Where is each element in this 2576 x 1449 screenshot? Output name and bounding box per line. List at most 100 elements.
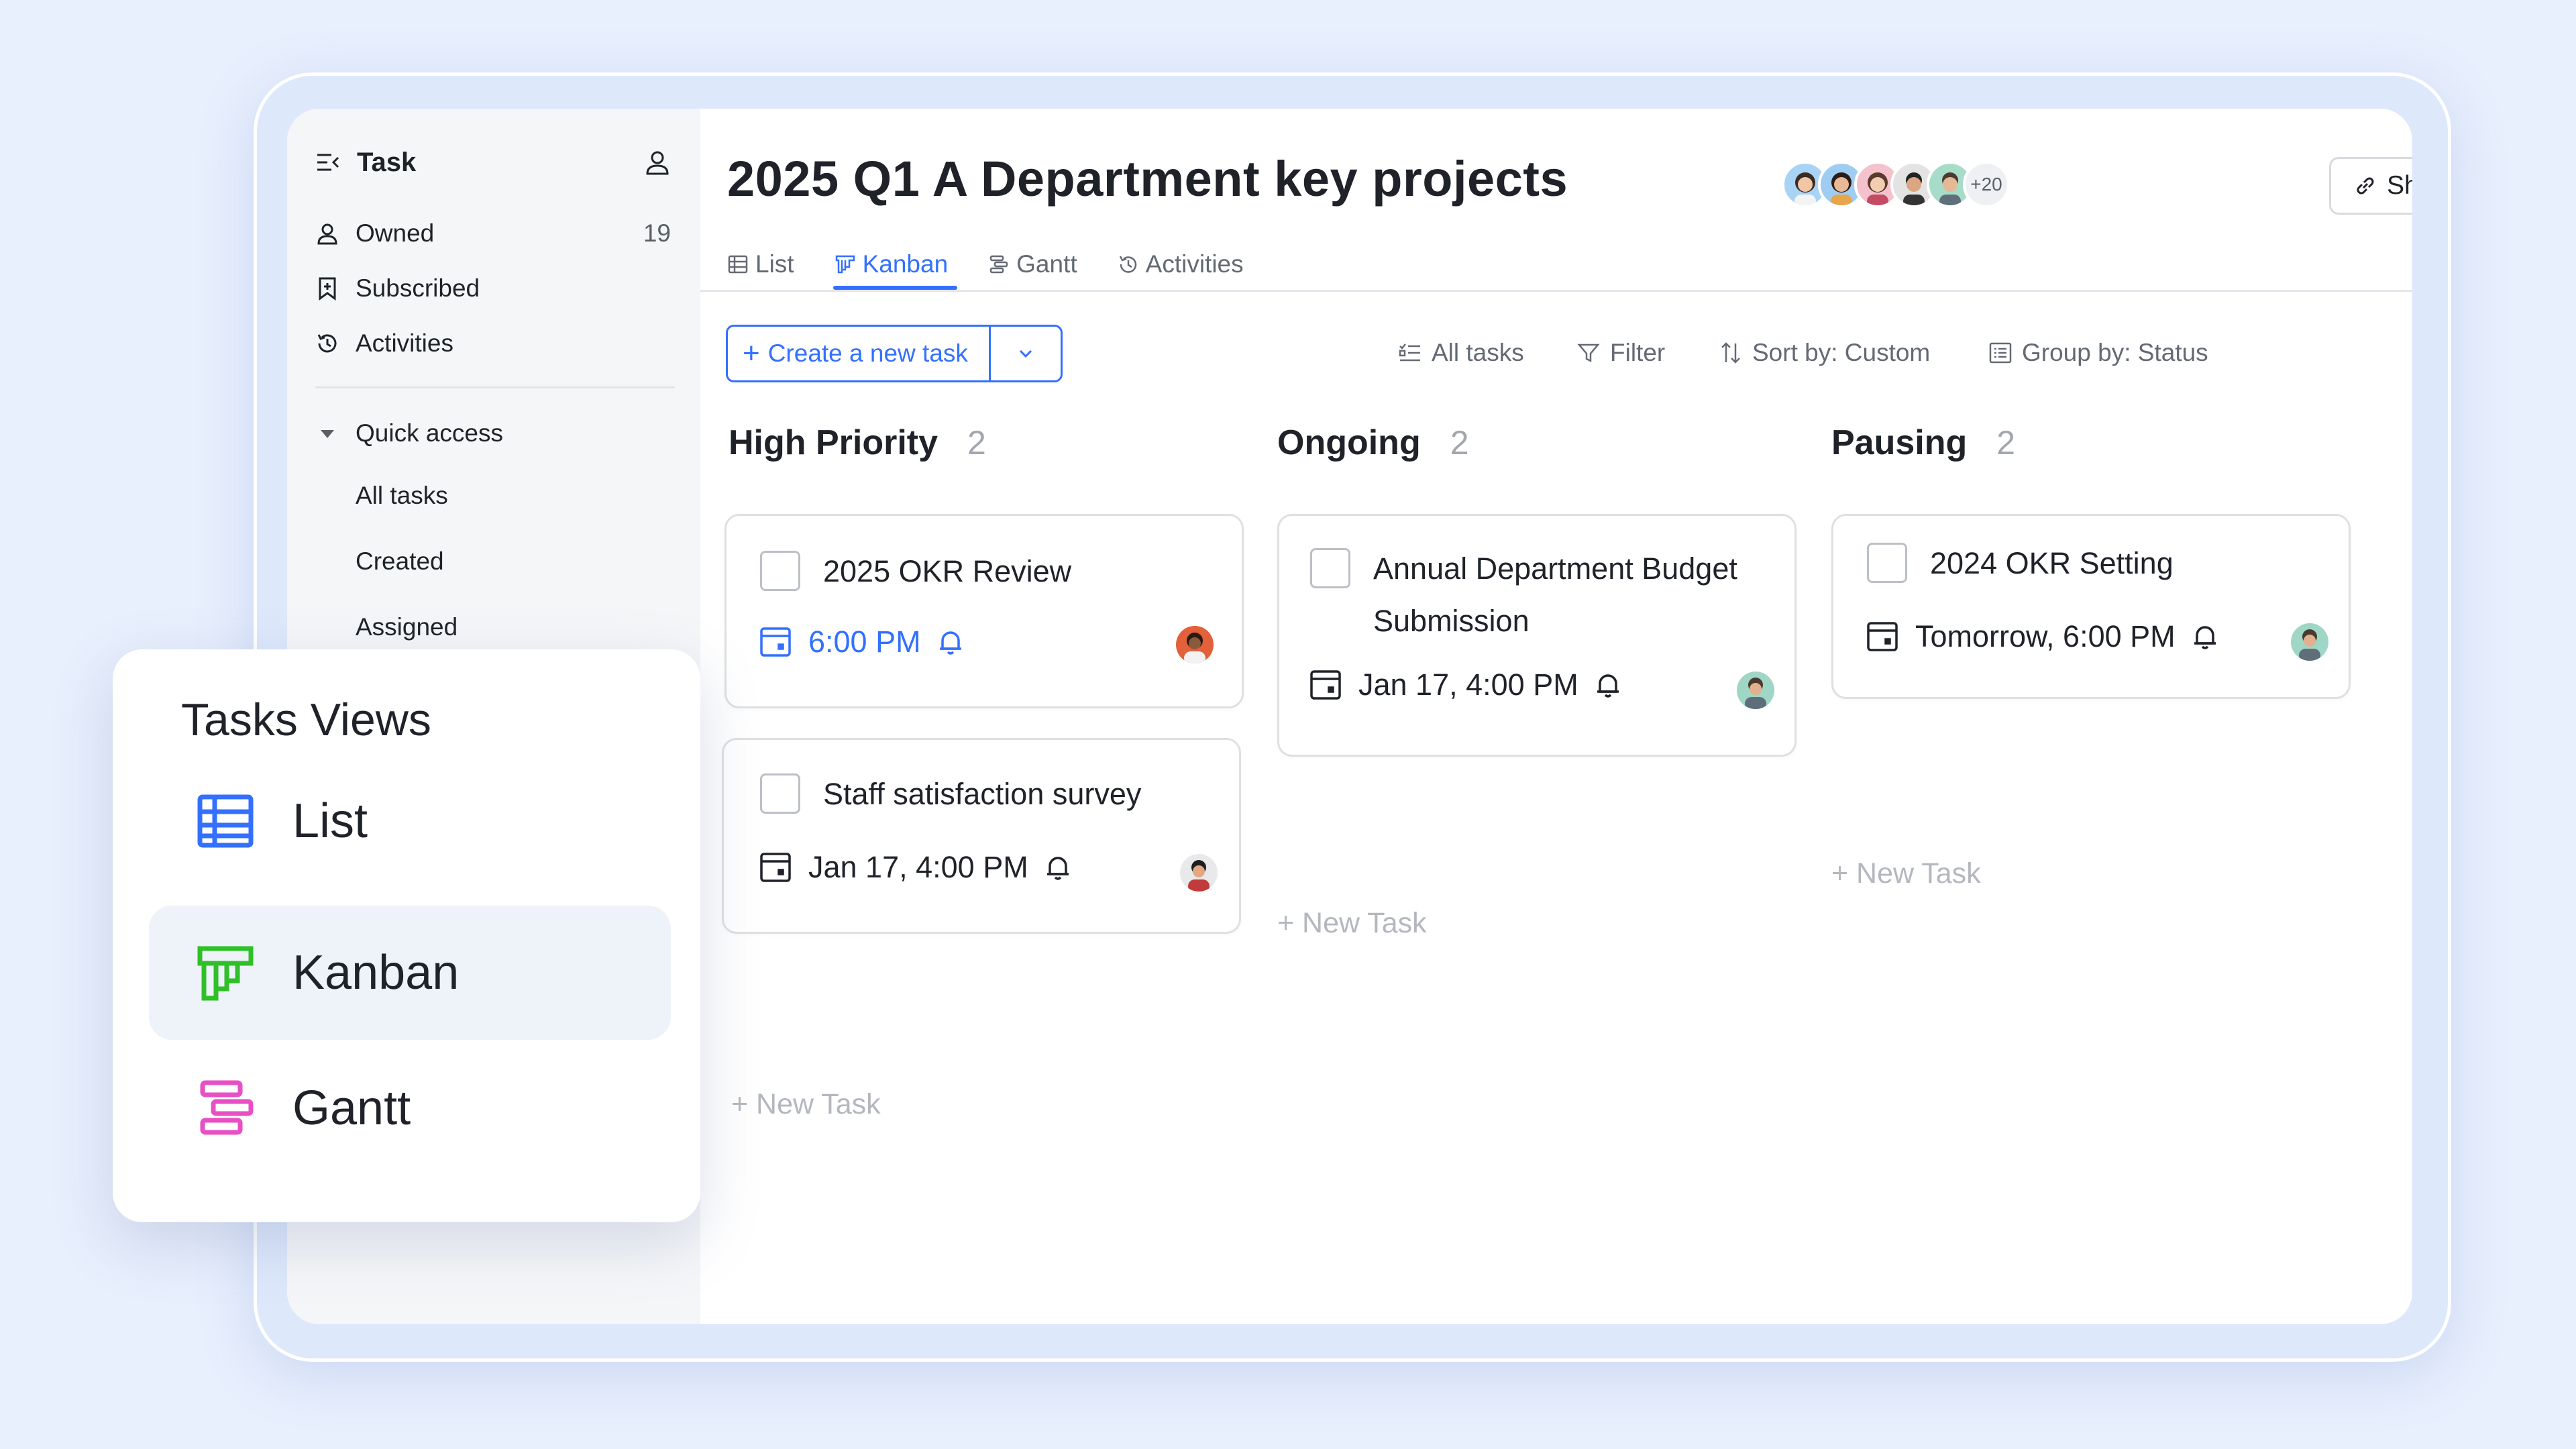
owned-count: 19 — [643, 219, 671, 247]
filter-button[interactable]: Filter — [1576, 333, 1665, 373]
task-checkbox[interactable] — [1867, 543, 1907, 583]
sidebar-item-label: Subscribed — [356, 274, 480, 302]
group-button[interactable]: Group by: Status — [1988, 333, 2208, 373]
bell-icon[interactable] — [936, 627, 965, 657]
table-icon — [196, 792, 255, 851]
bell-icon[interactable] — [1593, 670, 1623, 700]
assignee-avatar[interactable] — [1180, 854, 1218, 892]
gantt-icon — [196, 1079, 255, 1138]
calendar-icon — [759, 625, 792, 659]
task-card[interactable]: 2024 OKR Setting Tomorrow, 6:00 PM — [1831, 514, 2351, 699]
tab-activities[interactable]: Activities — [1118, 243, 1244, 286]
column-header-ongoing: Ongoing 2 — [1277, 423, 1469, 463]
column-count: 2 — [1996, 424, 2016, 462]
member-avatars[interactable]: +20 — [1782, 161, 2010, 208]
task-title: Annual Department Budget Submission — [1373, 551, 1737, 638]
task-checkbox[interactable] — [760, 551, 800, 591]
kanban-icon — [196, 943, 255, 1002]
quick-access-toggle[interactable]: Quick access — [315, 413, 671, 453]
create-task-label: Create a new task — [767, 339, 968, 367]
caret-down-icon — [315, 421, 339, 445]
task-due: 6:00 PM — [759, 625, 965, 659]
tasks-views-panel: Tasks Views List Kanban Gantt — [113, 649, 700, 1222]
sort-label: Sort by: Custom — [1752, 339, 1931, 366]
task-checkbox[interactable] — [760, 773, 800, 814]
view-option-list[interactable]: List — [149, 754, 671, 888]
user-icon[interactable] — [644, 149, 671, 176]
plus-icon: + — [743, 337, 760, 370]
all-tasks-label: All tasks — [1432, 339, 1524, 366]
new-task-button[interactable]: + New Task — [1831, 857, 1981, 890]
history-icon — [315, 331, 339, 356]
assignee-avatar[interactable] — [1737, 672, 1774, 709]
gantt-icon — [988, 254, 1010, 275]
quick-access-item-created[interactable]: Created — [356, 547, 444, 576]
view-option-kanban[interactable]: Kanban — [149, 906, 671, 1040]
sidebar-item-activities[interactable]: Activities — [315, 323, 671, 364]
assignee-avatar[interactable] — [2291, 623, 2328, 661]
sidebar-item-owned[interactable]: Owned 19 — [315, 213, 671, 254]
view-tabs: List Kanban Gantt Activities — [727, 243, 1284, 290]
assignee-avatar[interactable] — [1176, 626, 1214, 663]
tab-kanban[interactable]: Kanban — [833, 243, 957, 290]
calendar-icon — [1309, 668, 1342, 702]
quick-access-item-assigned[interactable]: Assigned — [356, 613, 458, 641]
column-header-pausing: Pausing 2 — [1831, 423, 2015, 463]
bookmark-icon — [315, 276, 339, 301]
view-option-label: List — [292, 794, 368, 848]
calendar-icon — [759, 851, 792, 884]
bell-icon[interactable] — [1043, 853, 1073, 882]
group-label: Group by: Status — [2022, 339, 2208, 366]
tab-label: Gantt — [1016, 250, 1077, 278]
task-due-time: 6:00 PM — [808, 625, 921, 659]
share-button[interactable]: Share — [2329, 157, 2412, 215]
view-option-gantt[interactable]: Gantt — [149, 1041, 671, 1175]
sidebar-item-subscribed[interactable]: Subscribed — [315, 268, 671, 309]
view-option-label: Kanban — [292, 946, 460, 1000]
create-task-split-button: + Create a new task — [726, 325, 1063, 382]
checklist-icon — [1398, 341, 1422, 365]
quick-access-item-all-tasks[interactable]: All tasks — [356, 482, 448, 510]
tab-label: Activities — [1145, 250, 1244, 278]
column-count: 2 — [1450, 424, 1469, 462]
history-icon — [1118, 254, 1139, 275]
tab-gantt[interactable]: Gantt — [988, 243, 1077, 286]
sort-button[interactable]: Sort by: Custom — [1719, 333, 1930, 373]
task-due-time: Jan 17, 4:00 PM — [1358, 667, 1578, 702]
create-task-dropdown[interactable] — [991, 327, 1061, 380]
column-name: Ongoing — [1277, 423, 1421, 462]
sidebar-item-label: Activities — [356, 329, 453, 357]
task-card[interactable]: 2025 OKR Review 6:00 PM — [724, 514, 1244, 708]
task-title: 2024 OKR Setting — [1930, 546, 2174, 580]
tab-label: List — [755, 250, 794, 278]
tab-list[interactable]: List — [727, 243, 794, 286]
chevron-down-icon — [1016, 343, 1036, 364]
more-members-badge[interactable]: +20 — [1963, 161, 2010, 208]
sidebar-title: Task — [357, 147, 417, 177]
share-label: Share — [2386, 171, 2412, 200]
new-task-button[interactable]: + New Task — [1277, 907, 1427, 940]
task-card[interactable]: Staff satisfaction survey Jan 17, 4:00 P… — [722, 738, 1241, 934]
table-icon — [727, 254, 749, 275]
tab-label: Kanban — [862, 250, 949, 278]
task-due: Jan 17, 4:00 PM — [1309, 667, 1623, 702]
task-checkbox[interactable] — [1310, 548, 1350, 588]
new-task-button[interactable]: + New Task — [731, 1088, 881, 1121]
task-due: Tomorrow, 6:00 PM — [1866, 619, 2220, 654]
create-task-button[interactable]: + Create a new task — [728, 327, 991, 380]
main-content: 2025 Q1 A Department key projects +20 Sh… — [700, 109, 2412, 1324]
bell-icon[interactable] — [2190, 622, 2220, 651]
task-due-time: Jan 17, 4:00 PM — [808, 850, 1028, 884]
all-tasks-filter[interactable]: All tasks — [1398, 333, 1524, 373]
task-title: Staff satisfaction survey — [823, 777, 1142, 811]
task-collapse-icon[interactable] — [315, 150, 341, 175]
column-name: Pausing — [1831, 423, 1968, 462]
task-card[interactable]: Annual Department Budget Submission Jan … — [1277, 514, 1796, 757]
calendar-icon — [1866, 620, 1899, 653]
kanban-icon — [835, 254, 856, 275]
sidebar-header: Task — [315, 141, 671, 184]
column-count: 2 — [967, 424, 986, 462]
page-title: 2025 Q1 A Department key projects — [727, 151, 1568, 207]
person-icon — [315, 221, 339, 246]
task-due-time: Tomorrow, 6:00 PM — [1915, 619, 2176, 653]
